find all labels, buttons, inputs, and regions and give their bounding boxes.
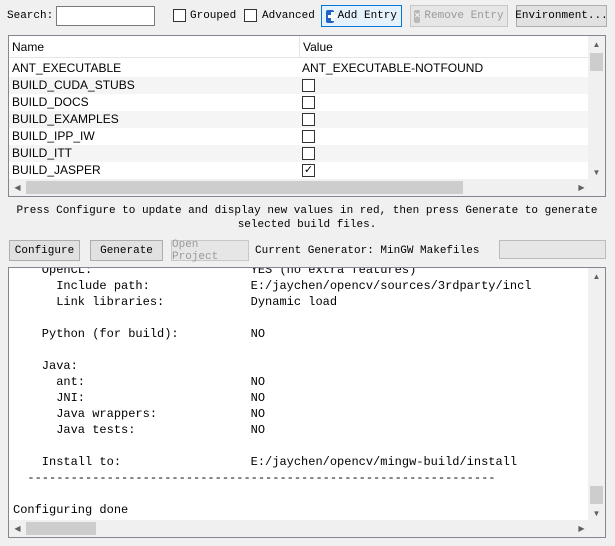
plus-icon — [326, 9, 337, 23]
table-row[interactable]: BUILD_CUDA_STUBS — [9, 77, 590, 94]
advanced-checkbox[interactable] — [244, 9, 257, 22]
environment-button[interactable]: Environment... — [515, 5, 608, 27]
search-label: Search: — [7, 10, 54, 22]
scroll-left-icon[interactable]: ◀ — [9, 520, 26, 537]
grouped-label: Grouped — [190, 10, 237, 22]
table-row[interactable]: BUILD_IPP_IW — [9, 128, 590, 145]
cache-table: Name Value ANT_EXECUTABLE ANT_EXECUTABLE… — [8, 35, 606, 197]
scroll-thumb[interactable] — [590, 53, 603, 71]
output-horizontal-scrollbar[interactable]: ◀ ▶ — [9, 520, 590, 537]
table-row[interactable]: BUILD_EXAMPLES — [9, 111, 590, 128]
add-entry-label: Add Entry — [337, 10, 397, 22]
add-entry-button[interactable]: Add Entry — [321, 5, 402, 27]
current-generator-label: Current Generator: MinGW Makefiles — [255, 245, 480, 257]
scroll-up-icon[interactable]: ▲ — [588, 36, 605, 53]
row-value[interactable]: ANT_EXECUTABLE-NOTFOUND — [302, 61, 483, 75]
row-checkbox[interactable] — [302, 96, 315, 109]
output-log[interactable]: OpenCL: YES (no extra features) Include … — [8, 267, 606, 538]
remove-entry-label: Remove Entry — [424, 10, 504, 22]
column-divider[interactable] — [299, 36, 300, 58]
row-name: BUILD_EXAMPLES — [12, 112, 119, 126]
column-header-value[interactable]: Value — [303, 40, 333, 54]
scroll-thumb[interactable] — [590, 486, 603, 504]
table-rows: ANT_EXECUTABLE ANT_EXECUTABLE-NOTFOUND B… — [9, 60, 590, 179]
row-checkbox[interactable] — [302, 147, 315, 160]
row-checkbox[interactable] — [302, 79, 315, 92]
row-checkbox[interactable] — [302, 130, 315, 143]
table-header: Name Value — [9, 36, 590, 58]
output-text[interactable]: OpenCL: YES (no extra features) Include … — [13, 268, 589, 522]
configure-label: Configure — [14, 244, 75, 257]
table-row[interactable]: BUILD_ITT — [9, 145, 590, 162]
row-checkbox[interactable] — [302, 113, 315, 126]
row-name: BUILD_DOCS — [12, 95, 89, 109]
row-name: BUILD_CUDA_STUBS — [12, 78, 135, 92]
grouped-checkbox[interactable] — [173, 9, 186, 22]
configure-hint: Press Configure to update and display ne… — [16, 205, 598, 231]
row-name: BUILD_ITT — [12, 146, 73, 160]
row-name: BUILD_JASPER — [12, 163, 101, 177]
progress-bar — [499, 240, 606, 259]
table-vertical-scrollbar[interactable]: ▲ ▼ — [588, 36, 605, 181]
configure-button[interactable]: Configure — [9, 240, 80, 261]
table-row[interactable]: ANT_EXECUTABLE ANT_EXECUTABLE-NOTFOUND — [9, 60, 590, 77]
advanced-label: Advanced — [262, 10, 315, 22]
table-row[interactable]: BUILD_DOCS — [9, 94, 590, 111]
scroll-left-icon[interactable]: ◀ — [9, 179, 26, 196]
environment-label: Environment... — [515, 10, 608, 22]
search-input[interactable] — [56, 6, 155, 26]
scroll-thumb[interactable] — [26, 522, 96, 535]
row-name: BUILD_IPP_IW — [12, 129, 95, 143]
open-project-label: Open Project — [172, 238, 219, 263]
scroll-up-icon[interactable]: ▲ — [588, 268, 605, 285]
open-project-button[interactable]: Open Project — [171, 238, 249, 263]
column-header-name[interactable]: Name — [12, 40, 44, 54]
generate-label: Generate — [100, 244, 153, 257]
toolbar: Search: Grouped Advanced Add Entry ✕ Rem… — [0, 0, 615, 33]
scroll-thumb[interactable] — [26, 181, 463, 194]
table-row[interactable]: BUILD_JASPER ✓ — [9, 162, 590, 179]
row-name: ANT_EXECUTABLE — [12, 61, 122, 75]
generate-button[interactable]: Generate — [90, 240, 163, 261]
remove-icon: ✕ — [414, 9, 421, 23]
scroll-corner — [588, 179, 605, 196]
table-horizontal-scrollbar[interactable]: ◀ ▶ — [9, 179, 590, 196]
output-vertical-scrollbar[interactable]: ▲ ▼ — [588, 268, 605, 522]
remove-entry-button[interactable]: ✕ Remove Entry — [410, 5, 508, 27]
row-checkbox[interactable]: ✓ — [302, 164, 315, 177]
scroll-corner — [588, 520, 605, 537]
